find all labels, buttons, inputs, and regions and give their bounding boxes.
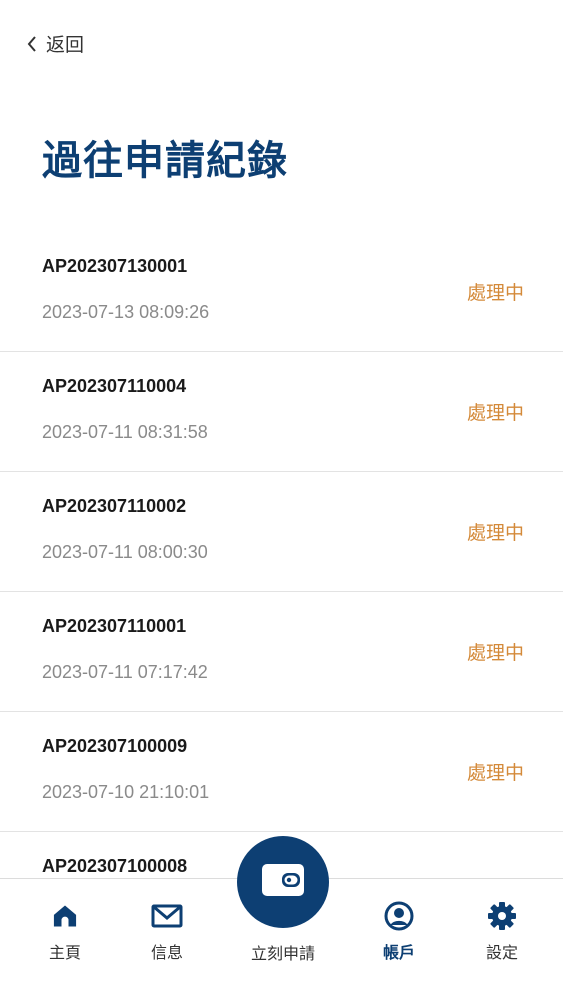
wallet-icon (260, 861, 306, 904)
back-button[interactable]: 返回 (26, 30, 84, 57)
record-id: AP202307100008 (42, 856, 188, 876)
tab-account-label: 帳戶 (382, 945, 415, 962)
envelope-icon (151, 901, 183, 931)
list-item[interactable]: AP202307100009 2023-07-10 21:10:01 處理中 (0, 712, 563, 832)
home-icon (51, 901, 79, 931)
page: 返回 過往申請紀錄 AP202307130001 2023-07-13 08:0… (0, 0, 563, 1000)
status-badge: 處理中 (466, 283, 524, 304)
status-badge: 處理中 (466, 403, 524, 424)
record-id: AP202307110004 (42, 376, 187, 396)
tab-messages-label: 信息 (150, 945, 183, 962)
record-time: 2023-07-10 21:10:01 (42, 782, 210, 802)
tab-home[interactable]: 主頁 (15, 879, 115, 1000)
record-time: 2023-07-11 08:31:58 (42, 422, 208, 442)
list-item[interactable]: AP202307110001 2023-07-11 07:17:42 處理中 (0, 592, 563, 712)
tab-settings-label: 設定 (485, 945, 518, 962)
status-badge: 處理中 (466, 523, 524, 544)
chevron-left-icon (26, 35, 38, 53)
status-badge: 處理中 (466, 643, 524, 664)
gear-icon (487, 901, 517, 931)
apply-now-label[interactable]: 立刻申請 (233, 940, 333, 964)
tab-messages[interactable]: 信息 (117, 879, 217, 1000)
back-label: 返回 (46, 35, 85, 56)
record-time: 2023-07-11 08:00:30 (42, 542, 208, 562)
list-item[interactable]: AP202307110002 2023-07-11 08:00:30 處理中 (0, 472, 563, 592)
apply-now-button[interactable] (237, 836, 329, 928)
tab-settings[interactable]: 設定 (452, 879, 552, 1000)
record-time: 2023-07-13 08:09:26 (42, 302, 210, 322)
user-circle-icon (384, 901, 414, 931)
list-item[interactable]: AP202307110004 2023-07-11 08:31:58 處理中 (0, 352, 563, 472)
tab-home-label: 主頁 (48, 945, 81, 962)
list-item[interactable]: AP202307130001 2023-07-13 08:09:26 處理中 (0, 232, 563, 352)
status-badge: 處理中 (466, 763, 524, 784)
record-id: AP202307110001 (42, 616, 187, 636)
tab-account[interactable]: 帳戶 (349, 879, 449, 1000)
page-title: 過往申請紀錄 (42, 139, 288, 183)
record-id: AP202307100009 (42, 736, 188, 756)
record-id: AP202307110002 (42, 496, 187, 516)
record-time: 2023-07-11 07:17:42 (42, 662, 208, 682)
record-id: AP202307130001 (42, 256, 188, 276)
